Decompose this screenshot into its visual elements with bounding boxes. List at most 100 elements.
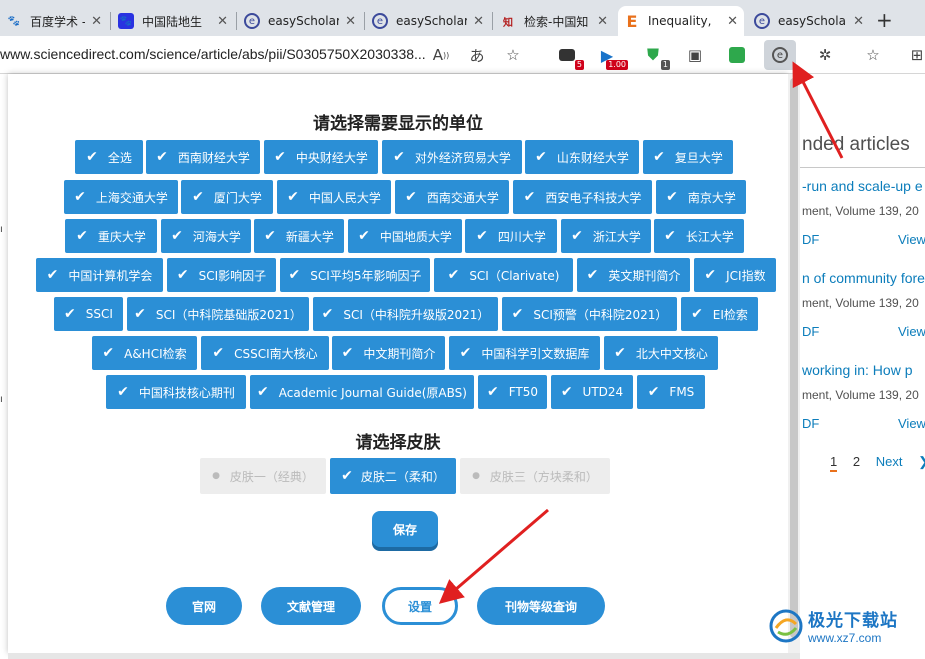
unit-option[interactable]: ✔ 复旦大学: [643, 140, 733, 174]
unit-option[interactable]: ✔ 西安电子科技大学: [513, 180, 652, 214]
unit-option[interactable]: ✔ SCI（Clarivate): [434, 258, 573, 292]
journal-rank-query-button[interactable]: 刊物等级查询: [477, 587, 605, 625]
tab-inequality[interactable]: E Inequality, ✕: [618, 6, 744, 36]
page-1-link[interactable]: 1: [830, 454, 838, 472]
unit-option[interactable]: ✔ SCI影响因子: [167, 258, 276, 292]
horizontal-scrollbar[interactable]: [8, 653, 800, 659]
extensions-icon[interactable]: ✲: [814, 44, 836, 66]
unit-option[interactable]: ✔ 中国科技核心期刊: [106, 375, 246, 409]
close-icon[interactable]: ✕: [853, 14, 864, 29]
picture-in-picture-icon[interactable]: ▣: [684, 44, 706, 66]
close-icon[interactable]: ✕: [217, 14, 228, 29]
easyscholar-settings-popup: 请选择需要显示的单位 ✔ 全选 ✔ 西南财经大学 ✔ 中央财经大学 ✔ 对外经济贸易大学…: [8, 74, 788, 653]
next-page-link[interactable]: Next ❯: [876, 454, 925, 470]
tab-easyscholar-3[interactable]: e easyScholar ✕: [748, 6, 870, 36]
page-2-link[interactable]: 2: [853, 454, 860, 469]
check-icon: ✔: [666, 189, 678, 205]
close-icon[interactable]: ✕: [597, 14, 608, 29]
article-pdf-link[interactable]: DF: [802, 232, 819, 247]
skin-option[interactable]: ● 皮肤三（方块柔和）: [460, 458, 610, 494]
radio-dot-icon: ●: [472, 471, 480, 481]
easyscholar-extension-icon[interactable]: e: [764, 40, 796, 70]
check-icon: ✔: [287, 189, 299, 205]
settings-button[interactable]: 设置: [382, 587, 458, 625]
extension-icon[interactable]: ▶ 1.00: [596, 44, 628, 70]
unit-option[interactable]: ✔ 上海交通大学: [64, 180, 178, 214]
article-view-link[interactable]: View: [898, 232, 925, 247]
unit-option[interactable]: ✔ 重庆大学: [65, 219, 157, 253]
unit-option[interactable]: ✔ 中国地质大学: [348, 219, 462, 253]
unit-option[interactable]: ✔ SCI（中科院基础版2021）: [127, 297, 309, 331]
translate-icon[interactable]: あ: [466, 44, 488, 66]
read-aloud-icon[interactable]: A)): [430, 44, 452, 66]
unit-option[interactable]: ✔ 中国人民大学: [277, 180, 391, 214]
close-icon[interactable]: ✕: [727, 14, 738, 29]
article-view-link[interactable]: View: [898, 324, 925, 339]
unit-option[interactable]: ✔ 南京大学: [656, 180, 746, 214]
unit-option[interactable]: ✔ 山东财经大学: [525, 140, 639, 174]
tab-china-land[interactable]: 🐾 中国陆地生 ✕: [112, 6, 234, 36]
unit-option[interactable]: ✔ 英文期刊简介: [577, 258, 690, 292]
unit-option[interactable]: ✔ EI检索: [681, 297, 758, 331]
unit-option[interactable]: ✔ 中央财经大学: [264, 140, 378, 174]
tab-baidu-xueshu[interactable]: 🐾 百度学术 - ✕: [0, 6, 108, 36]
unit-option[interactable]: ✔ 河海大学: [161, 219, 251, 253]
unit-option[interactable]: ✔ UTD24: [551, 375, 633, 409]
article-title[interactable]: n of community fore: [802, 270, 925, 286]
collections-icon[interactable]: ⊞: [906, 44, 925, 66]
tab-easyscholar-1[interactable]: e easyScholar ✕: [238, 6, 362, 36]
unit-option[interactable]: ✔ 中文期刊简介: [332, 336, 445, 370]
article-view-link[interactable]: View: [898, 416, 925, 431]
unit-option[interactable]: ✔ 四川大学: [465, 219, 557, 253]
skin-label: 皮肤一（经典）: [229, 469, 314, 484]
unit-option[interactable]: ✔ 全选: [75, 140, 143, 174]
article-title[interactable]: working in: How p: [802, 362, 913, 378]
tab-title: Inequality,: [648, 14, 712, 28]
unit-option[interactable]: ✔ SCI平均5年影响因子: [280, 258, 430, 292]
close-icon[interactable]: ✕: [345, 14, 356, 29]
unit-option[interactable]: ✔ 西南财经大学: [146, 140, 260, 174]
unit-option[interactable]: ✔ 厦门大学: [181, 180, 273, 214]
unit-option[interactable]: ✔ 北大中文核心: [604, 336, 718, 370]
scroll-thumb[interactable]: [790, 78, 798, 638]
tab-cnki[interactable]: 知 检索-中国知 ✕: [494, 6, 614, 36]
shield-icon[interactable]: ⛊ 1: [642, 44, 670, 70]
unit-option[interactable]: ✔ 对外经济贸易大学: [382, 140, 522, 174]
unit-option[interactable]: ✔ Academic Journal Guide(原ABS): [250, 375, 474, 409]
literature-management-button[interactable]: 文献管理: [261, 587, 361, 625]
unit-option[interactable]: ✔ 中国科学引文数据库: [449, 336, 600, 370]
unit-option[interactable]: ✔ SSCI: [54, 297, 123, 331]
new-tab-icon[interactable]: +: [876, 8, 893, 32]
popup-scrollbar[interactable]: [788, 74, 800, 653]
favorite-add-icon[interactable]: ☆: [502, 44, 524, 66]
extension-icon[interactable]: 5: [556, 44, 584, 70]
unit-option[interactable]: ✔ FT50: [478, 375, 547, 409]
unit-option[interactable]: ✔ 浙江大学: [561, 219, 651, 253]
unit-option[interactable]: ✔ 中国计算机学会: [36, 258, 163, 292]
unit-option[interactable]: ✔ A&HCI检索: [92, 336, 197, 370]
skin-option[interactable]: ● 皮肤一（经典）: [200, 458, 326, 494]
unit-option[interactable]: ✔ CSSCI南大核心: [201, 336, 329, 370]
skin-option-selected[interactable]: ✔ 皮肤二（柔和）: [330, 458, 456, 494]
close-icon[interactable]: ✕: [91, 14, 102, 29]
unit-option[interactable]: ✔ JCI指数: [694, 258, 776, 292]
unit-option[interactable]: ✔ 长江大学: [654, 219, 744, 253]
article-pdf-link[interactable]: DF: [802, 416, 819, 431]
unit-option[interactable]: ✔ SCI（中科院升级版2021）: [313, 297, 498, 331]
unit-option[interactable]: ✔ SCI预警（中科院2021）: [502, 297, 677, 331]
check-icon: ✔: [476, 228, 488, 244]
unit-option[interactable]: ✔ 西南交通大学: [395, 180, 509, 214]
unit-option[interactable]: ✔ FMS: [637, 375, 705, 409]
watermark-title: 极光下载站: [808, 611, 898, 631]
favorites-icon[interactable]: ☆: [862, 44, 884, 66]
save-button[interactable]: 保存: [372, 511, 438, 547]
tab-easyscholar-2[interactable]: e easyScholar ✕: [366, 6, 490, 36]
address-bar[interactable]: www.sciencedirect.com/science/article/ab…: [0, 46, 426, 62]
article-pdf-link[interactable]: DF: [802, 324, 819, 339]
extension-icon[interactable]: [726, 44, 748, 66]
check-icon: ✔: [358, 228, 370, 244]
close-icon[interactable]: ✕: [473, 14, 484, 29]
official-site-button[interactable]: 官网: [166, 587, 242, 625]
article-title[interactable]: -run and scale-up e: [802, 178, 923, 194]
unit-option[interactable]: ✔ 新疆大学: [254, 219, 344, 253]
